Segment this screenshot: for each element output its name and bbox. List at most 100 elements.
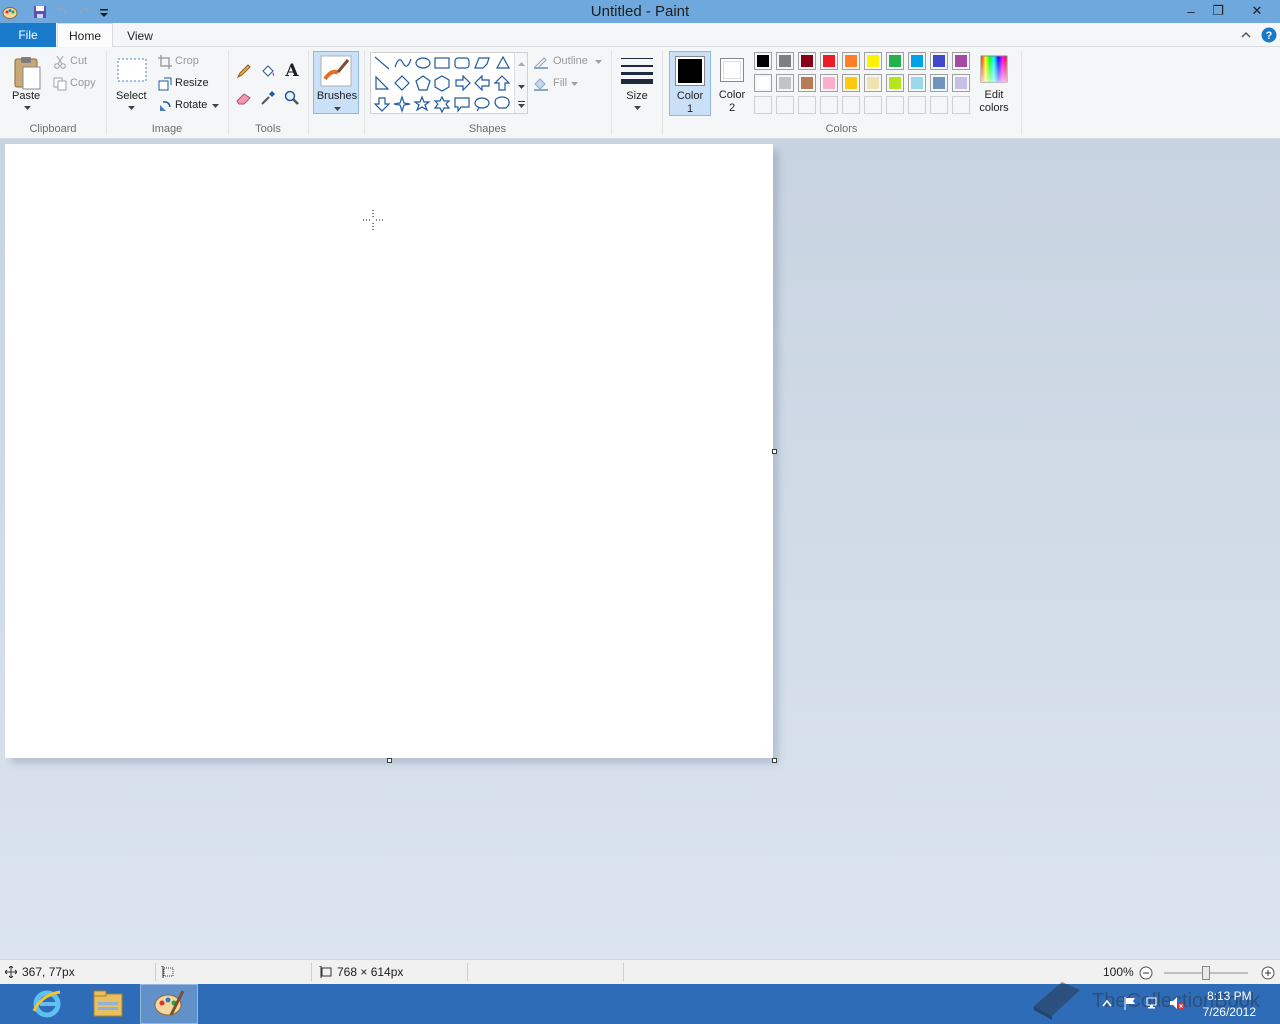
brushes-dropdown-icon	[332, 106, 342, 112]
custom-color-swatch[interactable]	[886, 96, 904, 114]
text-tool-icon[interactable]: A	[282, 61, 302, 81]
swatch-color	[955, 99, 967, 111]
custom-color-swatch[interactable]	[776, 96, 794, 114]
palette-swatch[interactable]	[820, 52, 838, 70]
select-button[interactable]: Select	[116, 90, 147, 102]
system-clock[interactable]: 8:13 PM 7/26/2012	[1203, 988, 1256, 1020]
brushes-button[interactable]: Brushes	[313, 51, 359, 114]
copy-button[interactable]: Copy	[70, 77, 96, 89]
palette-swatch[interactable]	[864, 52, 882, 70]
color1-number: 1	[686, 103, 694, 115]
rotate-icon	[157, 98, 173, 114]
volume-muted-icon[interactable]	[1168, 995, 1186, 1011]
size-label: Size	[626, 90, 648, 102]
custom-color-swatch[interactable]	[820, 96, 838, 114]
resize-handle-bottom[interactable]	[387, 758, 392, 763]
custom-color-swatch[interactable]	[842, 96, 860, 114]
group-divider	[308, 51, 309, 135]
palette-swatch[interactable]	[776, 52, 794, 70]
network-icon[interactable]	[1145, 995, 1161, 1011]
taskbar-internet-explorer[interactable]	[18, 984, 76, 1024]
swatch-color	[933, 55, 945, 67]
palette-swatch[interactable]	[952, 74, 970, 92]
status-divider	[311, 963, 312, 981]
rotate-button[interactable]: Rotate	[175, 99, 207, 111]
tab-view[interactable]: View	[118, 23, 162, 48]
drawing-canvas[interactable]	[5, 144, 773, 758]
paste-button[interactable]: Paste	[12, 90, 40, 102]
edit-colors-label-2: colors	[979, 102, 1009, 114]
minimize-ribbon-icon[interactable]	[1238, 27, 1254, 43]
tab-file[interactable]: File	[0, 23, 56, 47]
custom-color-swatch[interactable]	[930, 96, 948, 114]
edit-colors-button[interactable]: Edit colors	[975, 51, 1013, 116]
rotate-dropdown-icon[interactable]	[211, 103, 219, 109]
palette-swatch[interactable]	[842, 74, 860, 92]
swatch-color	[867, 55, 879, 67]
eraser-icon[interactable]	[234, 89, 254, 107]
copy-icon	[52, 76, 68, 92]
palette-swatch[interactable]	[798, 52, 816, 70]
close-button[interactable]: ✕	[1234, 0, 1280, 22]
taskbar-file-explorer[interactable]	[79, 984, 137, 1024]
palette-swatch[interactable]	[952, 52, 970, 70]
outline-icon	[532, 54, 550, 70]
shapes-scrollbar[interactable]	[514, 53, 527, 113]
show-hidden-icons-icon[interactable]	[1100, 996, 1114, 1010]
resize-handle-corner[interactable]	[772, 758, 777, 763]
palette-swatch[interactable]	[908, 52, 926, 70]
palette-swatch[interactable]	[930, 52, 948, 70]
paste-icon[interactable]	[8, 53, 46, 93]
custom-color-swatch[interactable]	[798, 96, 816, 114]
palette-swatch[interactable]	[864, 74, 882, 92]
fill-dropdown-icon[interactable]	[570, 81, 578, 87]
palette-swatch[interactable]	[798, 74, 816, 92]
paste-dropdown-icon[interactable]	[22, 105, 32, 111]
taskbar-paint[interactable]	[140, 984, 198, 1024]
color-picker-icon[interactable]	[258, 89, 278, 107]
size-button[interactable]: Size	[616, 51, 658, 115]
cut-button[interactable]: Cut	[70, 55, 87, 67]
clock-time: 8:13 PM	[1206, 989, 1252, 1003]
select-dropdown-icon[interactable]	[126, 105, 136, 111]
resize-handle-right[interactable]	[772, 449, 777, 454]
size-dropdown-icon	[632, 105, 642, 111]
help-icon[interactable]: ?	[1260, 26, 1277, 43]
palette-swatch[interactable]	[908, 74, 926, 92]
palette-swatch[interactable]	[886, 74, 904, 92]
palette-swatch[interactable]	[776, 74, 794, 92]
crop-button[interactable]: Crop	[175, 55, 199, 67]
outline-button[interactable]: Outline	[553, 55, 588, 67]
pencil-icon[interactable]	[234, 62, 254, 80]
palette-swatch[interactable]	[886, 52, 904, 70]
custom-color-swatch[interactable]	[952, 96, 970, 114]
palette-swatch[interactable]	[930, 74, 948, 92]
action-center-flag-icon[interactable]	[1122, 995, 1138, 1011]
palette-swatch[interactable]	[754, 52, 772, 70]
fill-button[interactable]: Fill	[553, 77, 567, 89]
custom-color-swatch[interactable]	[754, 96, 772, 114]
color2-button[interactable]: Color 2	[712, 51, 752, 116]
magnifier-icon[interactable]	[282, 89, 302, 107]
color1-label: Color	[676, 90, 704, 102]
color1-button[interactable]: Color 1	[669, 51, 711, 116]
fill-bucket-icon[interactable]	[258, 62, 278, 80]
palette-swatch[interactable]	[820, 74, 838, 92]
palette-swatch[interactable]	[842, 52, 860, 70]
select-icon[interactable]	[116, 57, 148, 83]
restore-button[interactable]: ❐	[1203, 0, 1233, 22]
swatch-color	[867, 99, 879, 111]
swatch-color	[757, 77, 769, 89]
tab-home[interactable]: Home	[57, 23, 113, 48]
outline-dropdown-icon[interactable]	[594, 59, 602, 65]
palette-swatch[interactable]	[754, 74, 772, 92]
cursor-position: 367, 77px	[22, 965, 75, 979]
custom-color-swatch[interactable]	[908, 96, 926, 114]
custom-color-swatch[interactable]	[864, 96, 882, 114]
fill-icon	[532, 76, 550, 92]
resize-button[interactable]: Resize	[175, 77, 209, 89]
minimize-button[interactable]: –	[1176, 0, 1206, 22]
line-size-icon	[620, 55, 654, 85]
swatch-color	[911, 77, 923, 89]
swatch-color	[955, 77, 967, 89]
